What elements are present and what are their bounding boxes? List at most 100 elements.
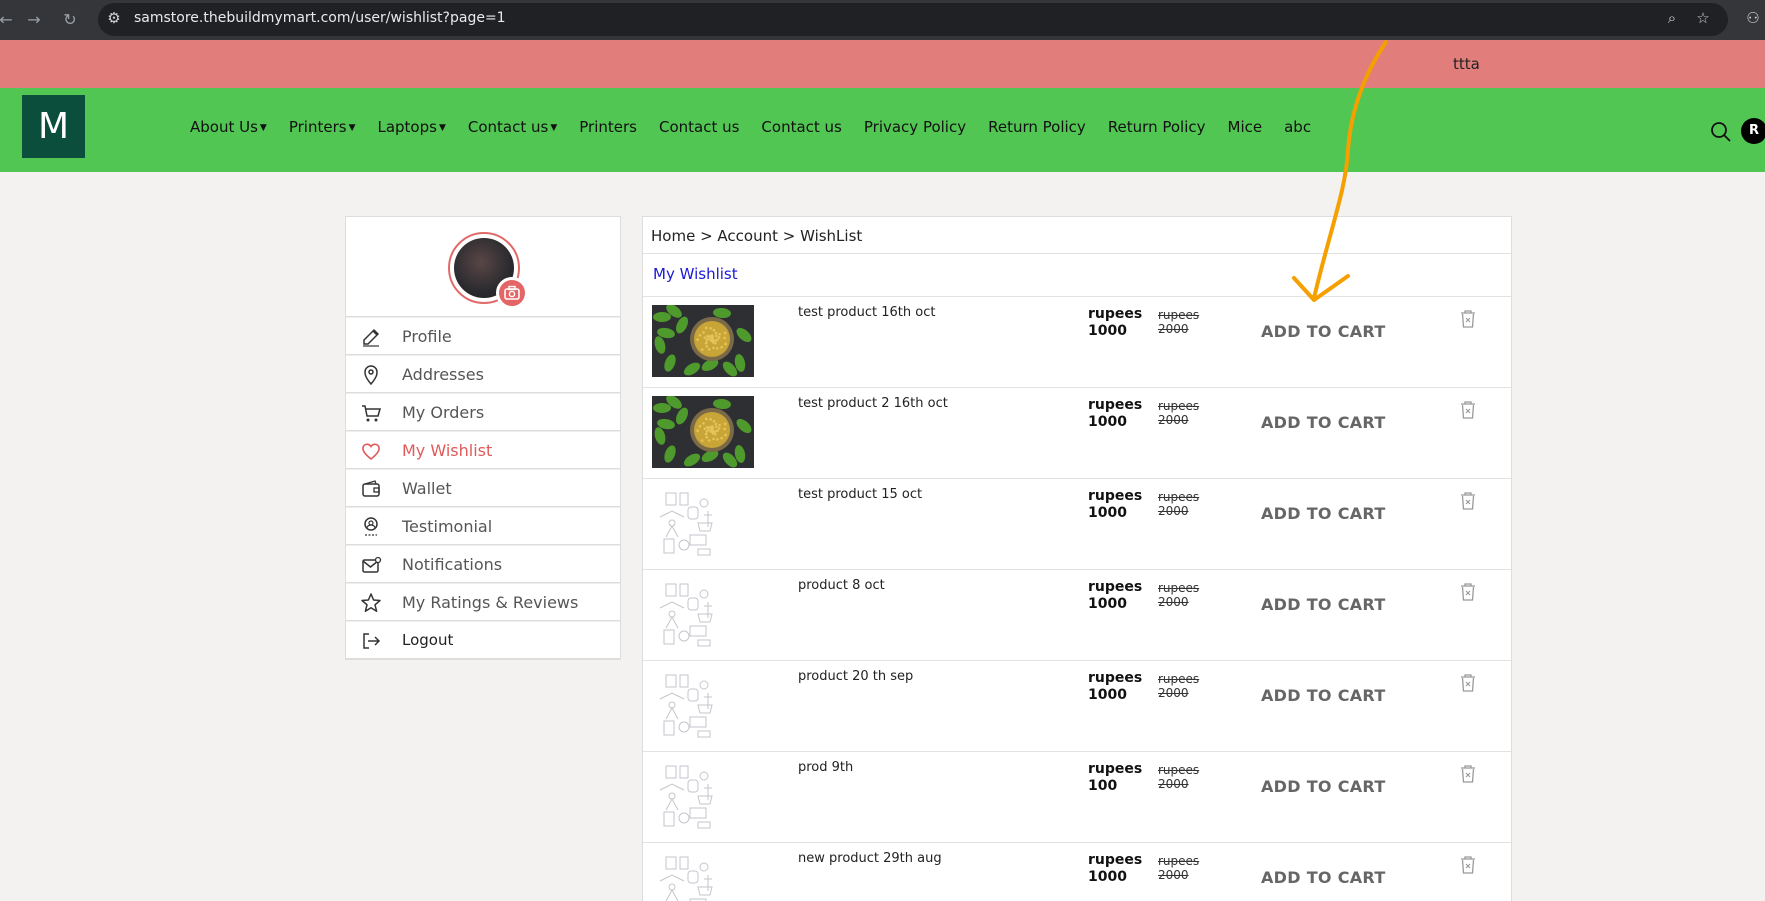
nav-item-privacy-policy[interactable]: Privacy Policy <box>864 118 966 136</box>
trash-icon[interactable] <box>1459 582 1477 602</box>
sidebar-item-notifications[interactable]: Notifications <box>346 545 620 583</box>
original-price: rupees 2000 <box>1158 581 1199 609</box>
wishlist-row: test product 16th oct rupees 1000 rupees 200… <box>643 297 1511 388</box>
nav-item-mice[interactable]: Mice <box>1228 118 1263 136</box>
product-name[interactable]: test product 2 16th oct <box>798 396 948 411</box>
trash-icon[interactable] <box>1459 309 1477 329</box>
search-icon[interactable] <box>1710 121 1732 143</box>
placeholder-image[interactable] <box>652 487 754 559</box>
placeholder-image[interactable] <box>652 760 754 832</box>
nav-item-laptops[interactable]: Laptops ▼ <box>377 118 445 136</box>
product-name[interactable]: product 8 oct <box>798 578 885 593</box>
back-icon[interactable]: ← <box>0 8 18 32</box>
edit-icon <box>363 328 380 347</box>
sidebar-item-label: My Ratings & Reviews <box>402 593 579 612</box>
old-price-value: 2000 <box>1158 322 1189 336</box>
product-name[interactable]: test product 16th oct <box>798 305 935 320</box>
trash-icon[interactable] <box>1459 764 1477 784</box>
reload-icon[interactable]: ↻ <box>58 8 82 32</box>
price-currency: rupees <box>1088 579 1143 595</box>
old-price-currency: rupees <box>1158 763 1200 777</box>
nav-item-label: Contact us <box>761 118 842 136</box>
trash-icon[interactable] <box>1459 491 1477 511</box>
product-price: rupees 1000 <box>1088 852 1142 886</box>
sidebar-item-my-wishlist[interactable]: My Wishlist <box>346 431 620 469</box>
chevron-down-icon: ▼ <box>550 123 558 133</box>
nav-item-about-us[interactable]: About Us ▼ <box>190 118 267 136</box>
nav-item-contact-us[interactable]: Contact us <box>761 118 841 136</box>
add-to-cart-button[interactable]: ADD TO CART <box>1261 322 1386 341</box>
nav-item-label: abc <box>1284 118 1312 136</box>
url-text[interactable]: samstore.thebuildmymart.com/user/wishlis… <box>134 10 506 26</box>
sidebar-item-logout[interactable]: Logout <box>346 621 620 659</box>
sidebar-item-my-orders[interactable]: My Orders <box>346 393 620 431</box>
sidebar-item-label: Testimonial <box>402 517 493 536</box>
add-to-cart-button[interactable]: ADD TO CART <box>1261 868 1386 887</box>
product-name[interactable]: test product 15 oct <box>798 487 922 502</box>
sidebar-item-label: Wallet <box>402 479 452 498</box>
account-sidebar: Profile Addresses My Orders My Wishlist Wall… <box>345 216 621 660</box>
add-to-cart-button[interactable]: ADD TO CART <box>1261 777 1386 796</box>
breadcrumb: Home > Account > WishList <box>643 217 1511 254</box>
price-currency: rupees <box>1088 397 1143 413</box>
add-to-cart-button[interactable]: ADD TO CART <box>1261 504 1386 523</box>
price-value: 1000 <box>1088 323 1127 339</box>
placeholder-image[interactable] <box>652 578 754 650</box>
add-to-cart-button[interactable]: ADD TO CART <box>1261 413 1386 432</box>
sidebar-item-label: Notifications <box>402 555 503 574</box>
price-value: 1000 <box>1088 596 1127 612</box>
site-logo[interactable]: M <box>22 95 85 158</box>
camera-icon[interactable] <box>496 277 528 309</box>
nav-item-abc[interactable]: abc <box>1284 118 1311 136</box>
wishlist-row: new product 29th aug rupees 1000 rupees 2000… <box>643 843 1511 901</box>
nav-item-printers[interactable]: Printers <box>579 118 637 136</box>
price-value: 1000 <box>1088 505 1127 521</box>
wallet-icon <box>362 480 380 497</box>
extensions-icon[interactable]: ⚇ <box>1742 7 1764 29</box>
sidebar-item-wallet[interactable]: Wallet <box>346 469 620 507</box>
add-to-cart-button[interactable]: ADD TO CART <box>1261 595 1386 614</box>
product-name[interactable]: new product 29th aug <box>798 851 942 866</box>
placeholder-image[interactable] <box>652 851 754 901</box>
nav-item-label: Laptops <box>377 118 437 136</box>
bookmark-star-icon[interactable]: ☆ <box>1692 7 1714 29</box>
location-pin-icon <box>364 365 378 386</box>
nav-item-contact-us[interactable]: Contact us ▼ <box>468 118 557 136</box>
nav-item-label: Printers <box>579 118 637 136</box>
nav-item-return-policy[interactable]: Return Policy <box>1108 118 1206 136</box>
zoom-icon[interactable]: ⌕ <box>1661 7 1683 29</box>
nav-item-return-policy[interactable]: Return Policy <box>988 118 1086 136</box>
product-name[interactable]: prod 9th <box>798 760 853 775</box>
trash-icon[interactable] <box>1459 855 1477 875</box>
original-price: rupees 2000 <box>1158 308 1199 336</box>
sidebar-item-testimonial[interactable]: Testimonial <box>346 507 620 545</box>
mail-icon <box>362 556 382 573</box>
announcement-bar: ttta <box>0 40 1765 88</box>
original-price: rupees 2000 <box>1158 763 1199 791</box>
wishlist-row: test product 2 16th oct rupees 1000 rupees 2… <box>643 388 1511 479</box>
product-image[interactable] <box>652 396 754 468</box>
placeholder-image[interactable] <box>652 669 754 741</box>
nav-item-printers[interactable]: Printers ▼ <box>289 118 356 136</box>
main-nav: About Us ▼ Printers ▼ Laptops ▼ Contact us ▼ Pri… <box>190 118 1333 136</box>
trash-icon[interactable] <box>1459 400 1477 420</box>
add-to-cart-button[interactable]: ADD TO CART <box>1261 686 1386 705</box>
nav-item-label: Contact us <box>467 118 549 136</box>
original-price: rupees 2000 <box>1158 672 1199 700</box>
nav-item-contact-us[interactable]: Contact us <box>659 118 739 136</box>
site-info-icon[interactable]: ⚙ <box>103 7 125 29</box>
original-price: rupees 2000 <box>1158 490 1199 518</box>
wishlist-row: product 20 th sep rupees 1000 rupees 2000 ADD… <box>643 661 1511 752</box>
nav-item-label: About Us <box>190 118 258 136</box>
price-currency: rupees <box>1088 852 1143 868</box>
forward-icon[interactable]: → <box>22 8 46 32</box>
sidebar-item-my-ratings-reviews[interactable]: My Ratings & Reviews <box>346 583 620 621</box>
trash-icon[interactable] <box>1459 673 1477 693</box>
sidebar-item-profile[interactable]: Profile <box>346 317 620 355</box>
product-name[interactable]: product 20 th sep <box>798 669 913 684</box>
sidebar-item-addresses[interactable]: Addresses <box>346 355 620 393</box>
price-currency: rupees <box>1088 761 1143 777</box>
user-avatar[interactable]: R <box>1741 118 1765 144</box>
product-image[interactable] <box>652 305 754 377</box>
original-price: rupees 2000 <box>1158 399 1199 427</box>
